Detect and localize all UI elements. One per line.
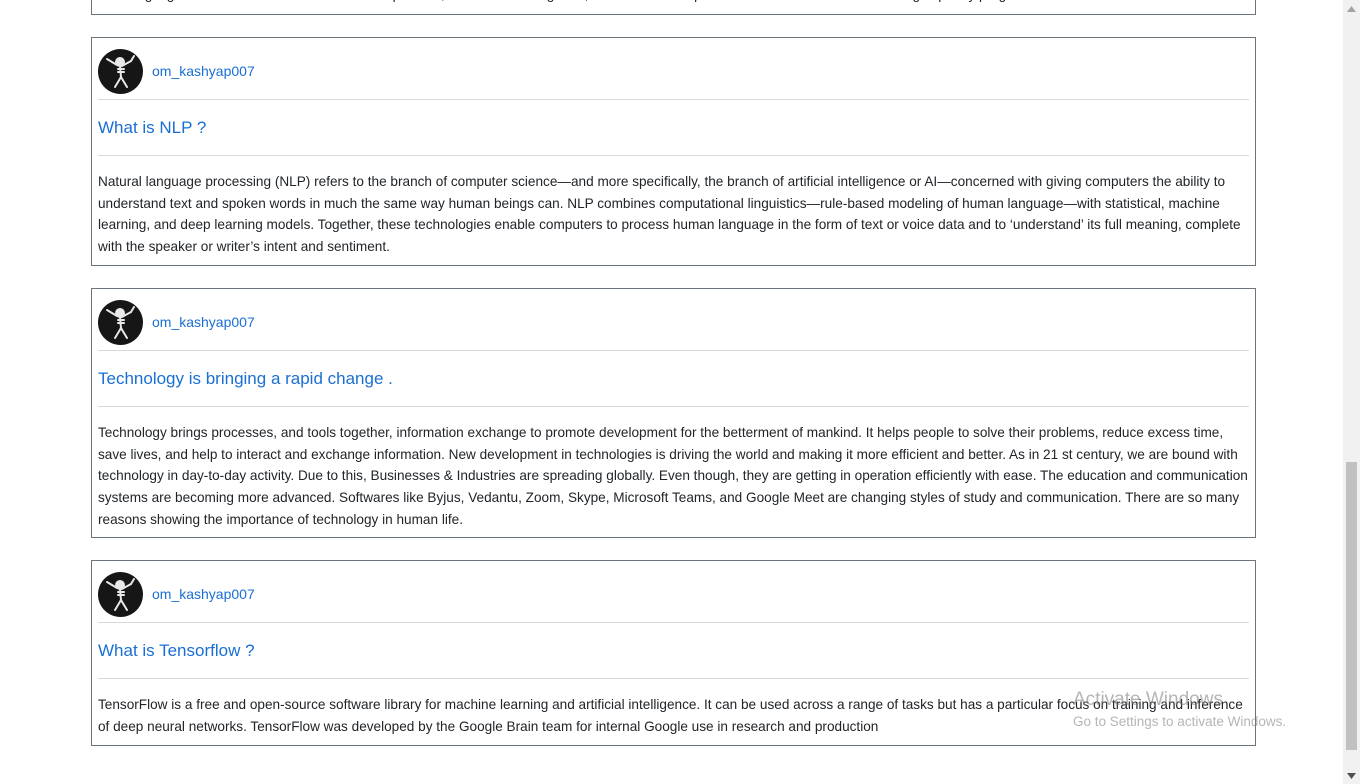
scroll-down-arrow-icon[interactable] [1343, 767, 1360, 784]
post-title-link[interactable]: What is Tensorflow ? [92, 623, 1255, 678]
post-title-link[interactable]: What is NLP ? [92, 100, 1255, 155]
scroll-up-arrow-icon[interactable] [1343, 0, 1360, 17]
avatar[interactable] [98, 48, 143, 94]
skeleton-dab-avatar-icon [105, 306, 135, 339]
avatar[interactable] [98, 299, 143, 345]
author-link[interactable]: om_kashyap007 [152, 586, 255, 602]
post-body: Natural language processing (NLP) refers… [98, 174, 1241, 255]
post-card: om_kashyap007 What is NLP ? Natural lang… [91, 37, 1256, 266]
skeleton-dab-avatar-icon [105, 578, 135, 611]
post-body: learning algorithms build a model based … [98, 0, 1114, 12]
vertical-scrollbar[interactable] [1343, 0, 1360, 784]
post-body: TensorFlow is a free and open-source sof… [98, 697, 1243, 734]
avatar[interactable] [98, 571, 143, 617]
author-link[interactable]: om_kashyap007 [152, 63, 255, 79]
post-body: Technology brings processes, and tools t… [98, 425, 1248, 527]
scrollbar-thumb[interactable] [1346, 462, 1357, 750]
post-card: learning algorithms build a model based … [91, 0, 1256, 15]
author-link[interactable]: om_kashyap007 [152, 314, 255, 330]
post-card: om_kashyap007 Technology is bringing a r… [91, 288, 1256, 538]
post-author: om_kashyap007 [92, 561, 1255, 622]
feed-viewport: learning algorithms build a model based … [0, 0, 1343, 784]
post-author: om_kashyap007 [92, 38, 1255, 99]
post-author: om_kashyap007 [92, 289, 1255, 350]
post-title-link[interactable]: Technology is bringing a rapid change . [92, 351, 1255, 406]
skeleton-dab-avatar-icon [105, 55, 135, 88]
post-card: om_kashyap007 What is Tensorflow ? Tenso… [91, 560, 1256, 746]
